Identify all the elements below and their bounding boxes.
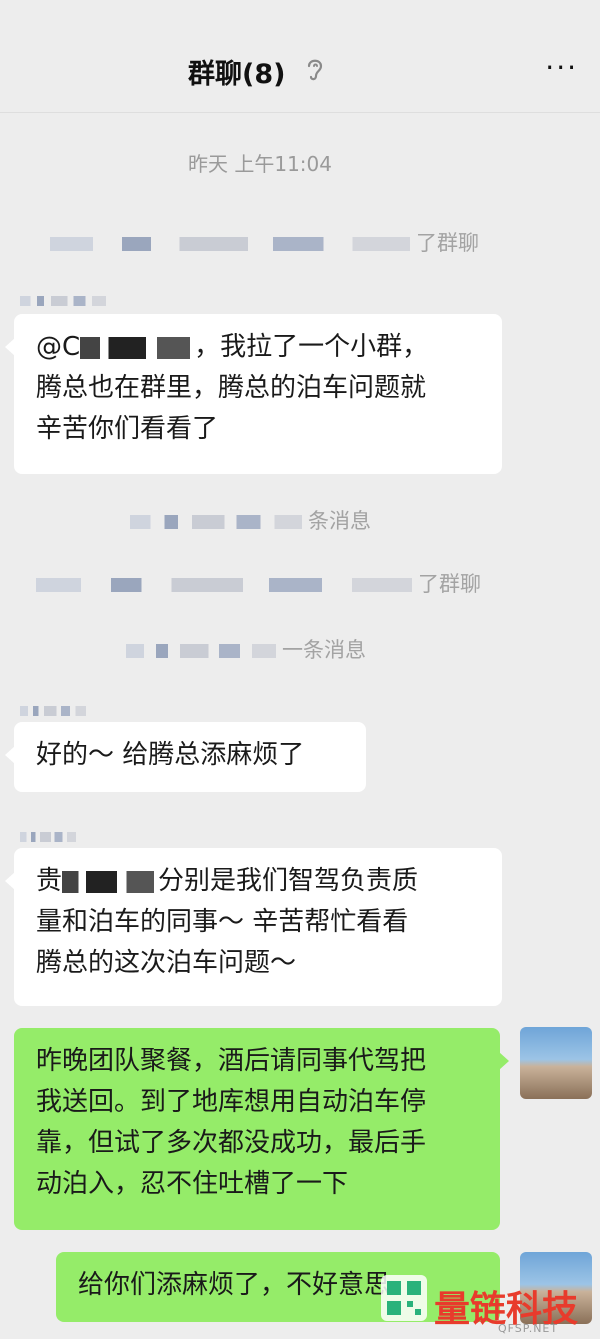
redacted-text: [36, 578, 412, 592]
system-message-text: 一条消息: [282, 638, 366, 662]
watermark: 量链科技 QFSP.NET: [378, 1272, 600, 1339]
message-line: 贵分别是我们智驾负责质: [36, 866, 419, 896]
redacted-mention: [62, 870, 155, 893]
system-message: 了群聊: [50, 227, 479, 257]
watermark-logo-icon: [381, 1275, 427, 1321]
self-avatar[interactable]: [520, 1027, 592, 1099]
system-message: 条消息: [130, 505, 371, 535]
message-line: 我送回。到了地库想用自动泊车停: [36, 1087, 427, 1117]
system-message: 一条消息: [126, 634, 366, 664]
system-message-text: 条消息: [308, 509, 371, 533]
sender-name: [20, 826, 82, 845]
message-line: 昨晚团队聚餐，酒后请同事代驾把: [36, 1046, 427, 1076]
message-line: @C ，我拉了一个小群，: [36, 332, 429, 362]
system-message-text: 了群聊: [416, 231, 479, 255]
message-line: 动泊入，忍不住吐槽了一下: [36, 1169, 349, 1199]
redacted-mention: [80, 336, 191, 359]
message-bubble[interactable]: @C ，我拉了一个小群， 腾总也在群里，腾总的泊车问题就 辛苦你们看看了: [5, 314, 502, 474]
message-line: 腾总也在群里，腾总的泊车问题就: [36, 373, 427, 403]
message-bubble[interactable]: 昨晚团队聚餐，酒后请同事代驾把 我送回。到了地库想用自动泊车停 靠，但试了多次都…: [14, 1028, 509, 1230]
redacted-text: [50, 237, 410, 251]
message-line: 腾总的这次泊车问题～: [36, 948, 297, 978]
message-bubble[interactable]: 好的～ 给腾总添麻烦了: [5, 722, 366, 792]
message-line: 量和泊车的同事～ 辛苦帮忙看看: [36, 907, 409, 937]
sender-name: [20, 290, 112, 309]
redacted-text: [130, 515, 302, 529]
watermark-url: QFSP.NET: [498, 1322, 559, 1335]
message-line: 靠，但试了多次都没成功，最后手: [36, 1128, 427, 1158]
more-options-button[interactable]: ···: [545, 54, 578, 82]
message-timestamp: 昨天 上午11:04: [188, 152, 332, 176]
message-line: 辛苦你们看看了: [36, 414, 219, 444]
sender-name: [20, 700, 92, 719]
ear-icon: [307, 59, 323, 81]
system-message: 了群聊: [36, 568, 481, 598]
message-line: 好的～ 给腾总添麻烦了: [36, 740, 305, 770]
system-message-text: 了群聊: [418, 572, 481, 596]
message-bubble[interactable]: 贵分别是我们智驾负责质 量和泊车的同事～ 辛苦帮忙看看 腾总的这次泊车问题～: [5, 848, 502, 1006]
chat-title[interactable]: 群聊(8): [188, 52, 285, 91]
chat-header: 群聊(8) ···: [0, 0, 600, 113]
redacted-text: [126, 644, 276, 658]
